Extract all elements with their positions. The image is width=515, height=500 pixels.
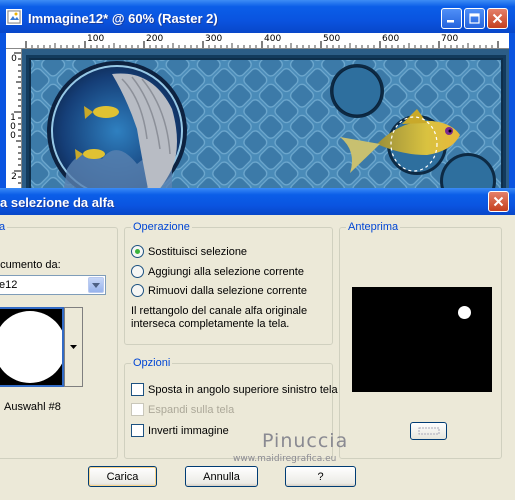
operation-group-title: Operazione bbox=[131, 221, 192, 233]
close-document-button[interactable] bbox=[487, 8, 508, 29]
vertical-ruler[interactable]: 0 100 2 bbox=[6, 49, 22, 200]
watermark-url: www.maidiregrafica.eu bbox=[233, 454, 337, 464]
invert-image-label[interactable]: Inverti immagine bbox=[148, 425, 229, 437]
canvas-artwork bbox=[22, 49, 509, 200]
document-from-label: ocumento da: bbox=[0, 259, 61, 271]
minimize-icon bbox=[447, 20, 454, 23]
zoom-icon bbox=[418, 427, 439, 435]
ruler-label: 200 bbox=[146, 34, 164, 44]
channel-preview-image bbox=[0, 311, 62, 383]
source-group-title: a bbox=[0, 221, 8, 233]
preview-image bbox=[352, 287, 492, 392]
checkbox-expand-to-canvas[interactable] bbox=[131, 403, 144, 416]
ruler-label: 2 bbox=[11, 172, 17, 182]
preview-selection-dot bbox=[458, 306, 471, 319]
dialog-titlebar[interactable]: a selezione da alfa bbox=[0, 188, 515, 215]
chevron-down-icon bbox=[70, 345, 77, 349]
operation-note: Il rettangolo del canale alfa originale … bbox=[131, 305, 308, 330]
radio-remove-from-selection[interactable] bbox=[131, 284, 144, 297]
move-to-top-left-label[interactable]: Sposta in angolo superiore sinistro tela bbox=[148, 384, 338, 396]
image-canvas[interactable] bbox=[22, 49, 509, 200]
remove-from-selection-label[interactable]: Rimuovi dalla selezione corrente bbox=[148, 285, 307, 297]
channel-dropdown-button[interactable] bbox=[64, 307, 83, 387]
ruler-label: 300 bbox=[205, 34, 223, 44]
ruler-label: 400 bbox=[264, 34, 282, 44]
radio-add-to-selection[interactable] bbox=[131, 265, 144, 278]
options-group-title: Opzioni bbox=[131, 357, 173, 369]
document-select[interactable]: e12 bbox=[0, 275, 106, 295]
watermark-name: Pinuccia bbox=[262, 430, 349, 452]
ruler-label: 500 bbox=[323, 34, 341, 44]
close-icon bbox=[493, 196, 504, 207]
maximize-button[interactable] bbox=[464, 8, 485, 29]
expand-to-canvas-label: Espandi sulla tela bbox=[148, 404, 235, 416]
document-title: Immagine12* @ 60% (Raster 2) bbox=[28, 11, 218, 26]
ruler-label: 100 bbox=[87, 34, 105, 44]
horizontal-ruler[interactable]: 100 200 300 400 500 600 700 bbox=[6, 33, 509, 49]
help-button[interactable]: ? bbox=[285, 466, 356, 487]
document-select-value: e12 bbox=[0, 279, 18, 291]
document-window: Immagine12* @ 60% (Raster 2) 100 200 300… bbox=[0, 0, 515, 200]
preview-zoom-button[interactable] bbox=[410, 422, 447, 440]
minimize-button[interactable] bbox=[441, 8, 462, 29]
load-button[interactable]: Carica bbox=[88, 466, 157, 487]
checkbox-invert-image[interactable] bbox=[131, 424, 144, 437]
replace-selection-label[interactable]: Sostituisci selezione bbox=[148, 246, 247, 258]
document-titlebar[interactable]: Immagine12* @ 60% (Raster 2) bbox=[0, 0, 515, 33]
close-icon bbox=[492, 13, 503, 24]
alpha-channel-thumbnail[interactable] bbox=[0, 307, 64, 387]
ruler-label: 600 bbox=[382, 34, 400, 44]
ruler-ticks bbox=[25, 41, 499, 48]
chevron-down-icon[interactable] bbox=[88, 277, 104, 293]
preview-group-title: Anteprima bbox=[346, 221, 401, 233]
cancel-button[interactable]: Annulla bbox=[185, 466, 258, 487]
ruler-label: 100 bbox=[10, 113, 16, 141]
radio-replace-selection[interactable] bbox=[131, 245, 144, 258]
channel-name-label: Auswahl #8 bbox=[4, 401, 61, 413]
ruler-label: 0 bbox=[11, 54, 17, 64]
add-to-selection-label[interactable]: Aggiungi alla selezione corrente bbox=[148, 266, 304, 278]
checkbox-move-to-top-left[interactable] bbox=[131, 383, 144, 396]
dialog-title: a selezione da alfa bbox=[0, 195, 115, 210]
dialog-close-button[interactable] bbox=[488, 191, 509, 212]
image-document-icon bbox=[6, 9, 22, 25]
maximize-icon bbox=[469, 13, 480, 24]
ruler-label: 700 bbox=[441, 34, 459, 44]
